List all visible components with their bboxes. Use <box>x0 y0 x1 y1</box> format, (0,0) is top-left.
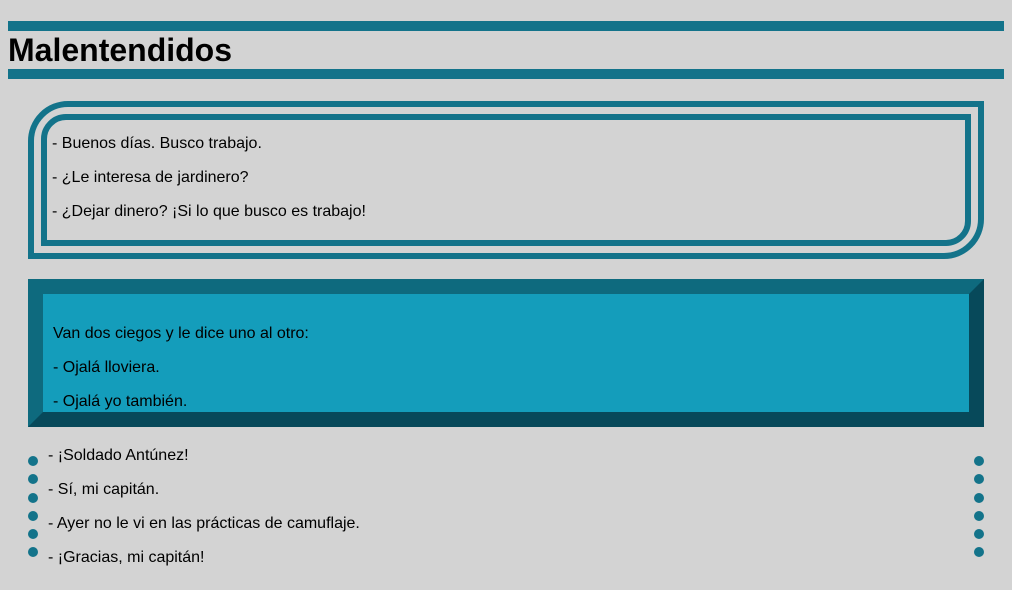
dot-icon <box>28 510 38 521</box>
dot-icon <box>974 474 984 485</box>
joke-lines: - ¡Soldado Antúnez! - Sí, mi capitán. - … <box>48 447 360 583</box>
joke-line: - Sí, mi capitán. <box>48 481 160 498</box>
dot-icon <box>28 492 38 503</box>
dot-icon <box>974 547 984 558</box>
joke-line: - ¿Le interesa de jardinero? <box>52 169 249 186</box>
title-rule-bottom <box>8 69 1004 79</box>
dotted-border-left <box>28 456 38 566</box>
title-rule-top <box>8 21 1004 31</box>
joke-box-filled: Van dos ciegos y le dice uno al otro: - … <box>28 279 984 427</box>
joke-line: - ¡Gracias, mi capitán! <box>48 549 205 566</box>
joke-line: - Buenos días. Busco trabajo. <box>52 135 262 152</box>
joke-line: - Ojalá yo también. <box>53 393 188 410</box>
joke-box-dotted: - ¡Soldado Antúnez! - Sí, mi capitán. - … <box>28 447 984 577</box>
dotted-border-right <box>974 456 984 566</box>
dot-icon <box>974 510 984 521</box>
joke-line: - ¡Soldado Antúnez! <box>48 447 189 464</box>
page: Malentendidos - Buenos días. Busco traba… <box>0 0 1012 590</box>
joke-lines: - Buenos días. Busco trabajo. - ¿Le inte… <box>52 135 366 237</box>
joke-line: - Ayer no le vi en las prácticas de camu… <box>48 515 360 532</box>
joke-line: - Ojalá lloviera. <box>53 359 160 376</box>
joke-line: - ¿Dejar dinero? ¡Si lo que busco es tra… <box>52 203 366 220</box>
joke-box-double-border: - Buenos días. Busco trabajo. - ¿Le inte… <box>28 101 984 259</box>
dot-icon <box>28 474 38 485</box>
dot-icon <box>974 529 984 540</box>
dot-icon <box>974 492 984 503</box>
dot-icon <box>974 456 984 466</box>
page-title: Malentendidos <box>8 32 233 68</box>
joke-lines: Van dos ciegos y le dice uno al otro: - … <box>53 325 309 427</box>
dot-icon <box>28 456 38 466</box>
dot-icon <box>28 529 38 540</box>
dot-icon <box>28 547 38 558</box>
joke-line: Van dos ciegos y le dice uno al otro: <box>53 325 309 342</box>
